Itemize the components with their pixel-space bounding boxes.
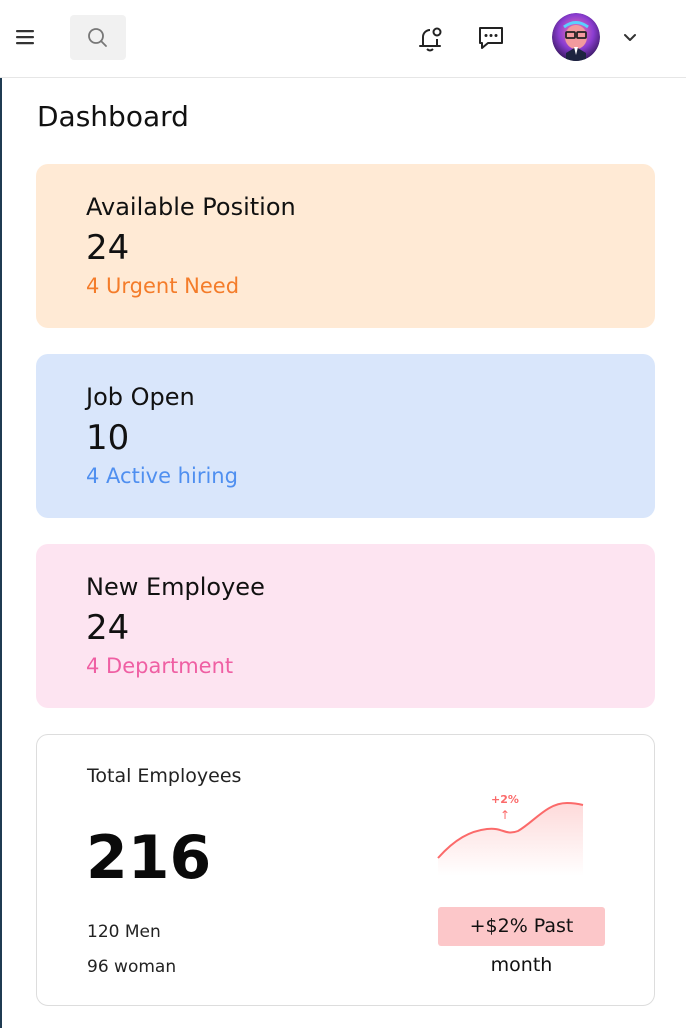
bell-icon[interactable] (414, 22, 446, 54)
total-employees-value: 216 (86, 823, 212, 893)
chevron-down-icon[interactable] (620, 27, 640, 47)
top-navigation-bar (0, 0, 686, 78)
card-title: Job Open (86, 383, 195, 411)
women-count: 96 woman (87, 957, 177, 977)
hamburger-menu-icon[interactable] (14, 26, 38, 48)
avatar[interactable] (552, 13, 600, 61)
card-value: 24 (86, 228, 130, 268)
men-count: 120 Men (87, 922, 161, 942)
card-title: Available Position (86, 193, 296, 221)
total-employees-card[interactable]: Total Employees 216 120 Men 96 woman +2%… (36, 734, 655, 1006)
available-position-card[interactable]: Available Position 24 4 Urgent Need (36, 164, 655, 328)
card-subtitle: 4 Urgent Need (86, 274, 240, 298)
left-window-edge (0, 0, 2, 1028)
chat-icon[interactable] (475, 22, 507, 54)
trend-up-arrow-icon: ↑ (500, 808, 510, 822)
card-subtitle: 4 Active hiring (86, 464, 238, 488)
card-value: 10 (86, 418, 130, 458)
trend-sparkline: +2% ↑ (437, 793, 584, 876)
search-icon (88, 28, 107, 47)
trend-percent-label: +2% (491, 793, 519, 806)
card-title: New Employee (86, 573, 265, 601)
search-button[interactable] (70, 15, 126, 60)
card-value: 24 (86, 608, 130, 648)
total-employees-label: Total Employees (87, 765, 242, 787)
new-employee-card[interactable]: New Employee 24 4 Department (36, 544, 655, 708)
page-title: Dashboard (37, 100, 189, 133)
past-month-badge: +$2% Past month (438, 907, 605, 976)
card-subtitle: 4 Department (86, 654, 234, 678)
job-open-card[interactable]: Job Open 10 4 Active hiring (36, 354, 655, 518)
